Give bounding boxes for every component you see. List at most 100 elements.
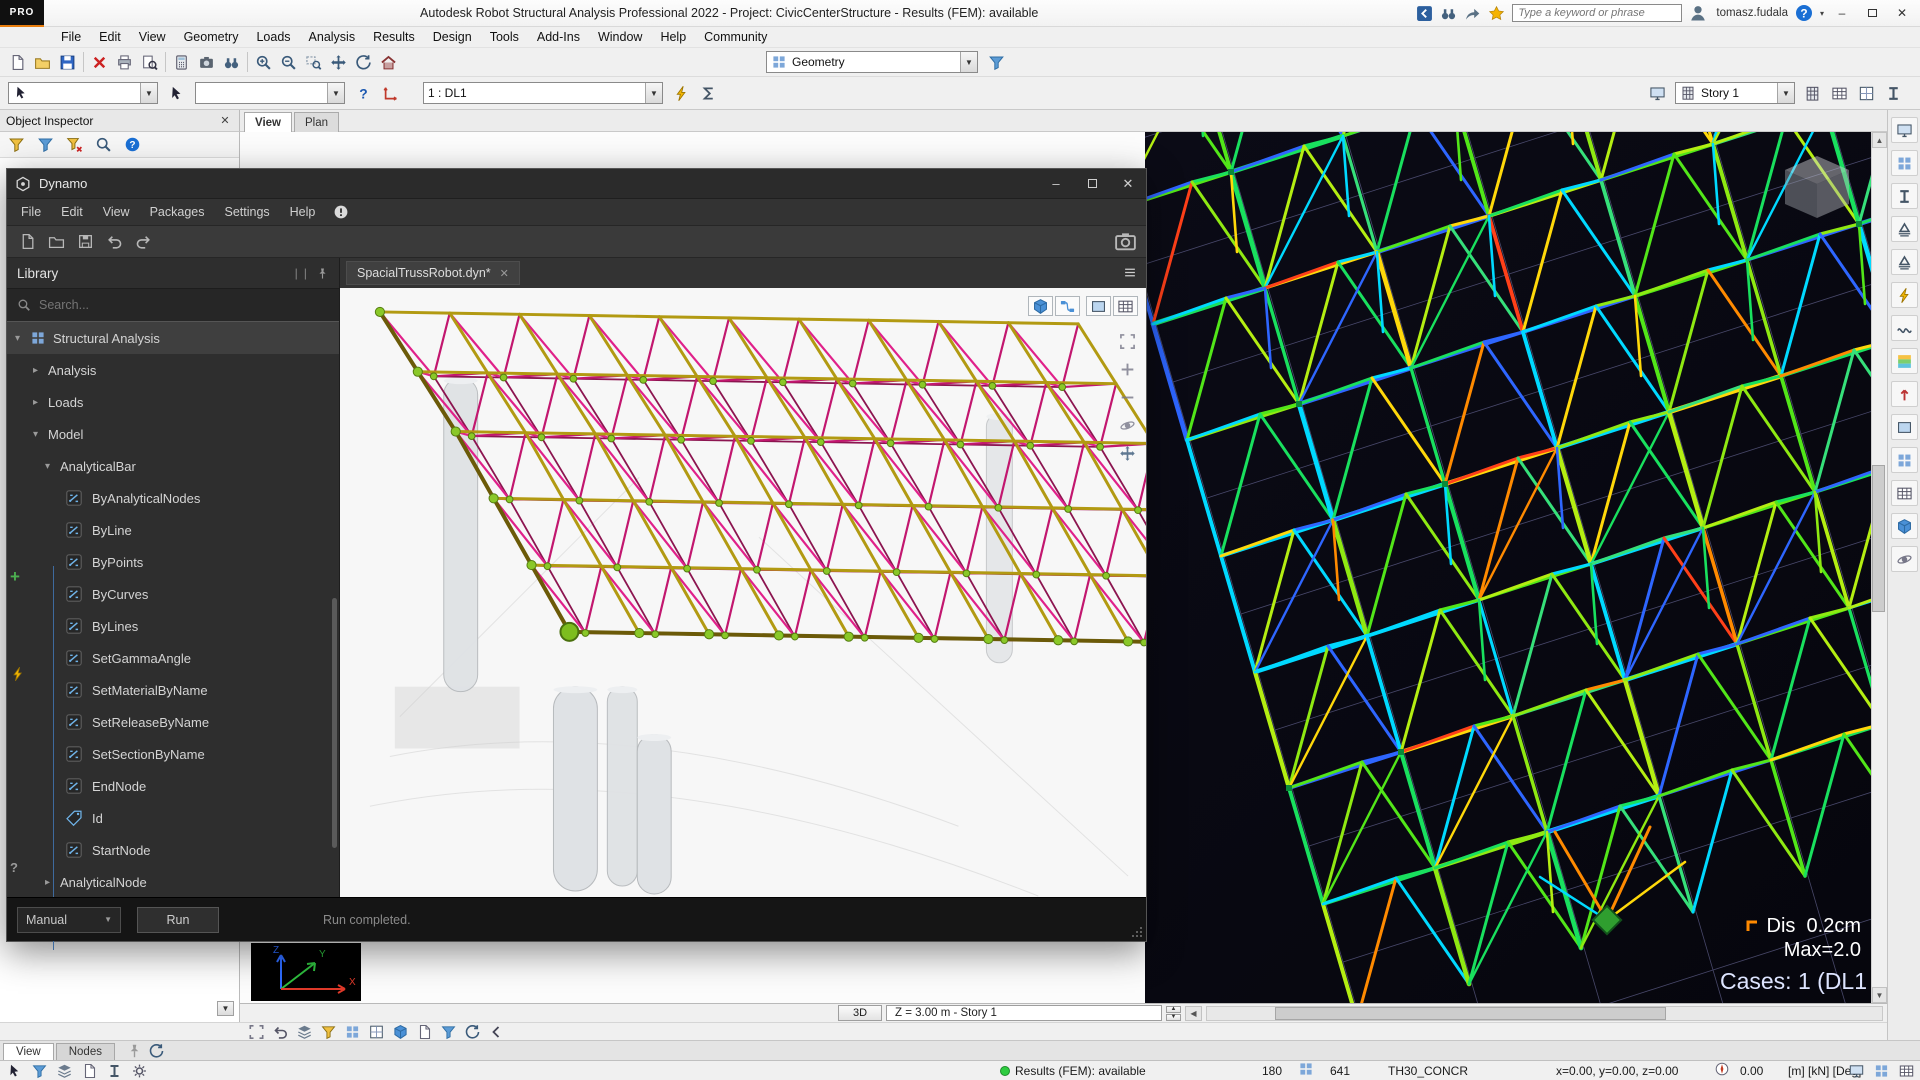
graph-view-icon[interactable]: [1055, 296, 1080, 316]
story-table-icon[interactable]: [1827, 81, 1852, 105]
zoom-in-icon[interactable]: [251, 50, 276, 74]
window-minimize-button[interactable]: –: [1830, 4, 1854, 22]
library-item-id[interactable]: Id: [7, 802, 339, 834]
library-category-analyticalnode[interactable]: ▸ AnalyticalNode: [7, 866, 339, 898]
hscroll-left-icon[interactable]: ◀: [1185, 1006, 1202, 1021]
print-icon[interactable]: [112, 50, 137, 74]
resize-grip[interactable]: [1131, 926, 1143, 938]
menu-geometry[interactable]: Geometry: [175, 27, 248, 48]
library-item-startnode[interactable]: StartNode: [7, 834, 339, 866]
new-project-icon[interactable]: [5, 50, 30, 74]
notes-icon[interactable]: [79, 1063, 99, 1079]
library-group-analysis[interactable]: ▸ Analysis: [7, 354, 339, 386]
menu-community[interactable]: Community: [695, 27, 776, 48]
dynamo-menu-file[interactable]: File: [11, 199, 51, 225]
zoom-out-icon[interactable]: [276, 50, 301, 74]
view-cube[interactable]: [1777, 152, 1857, 224]
dynamo-menu-settings[interactable]: Settings: [214, 199, 279, 225]
settings-icon[interactable]: [129, 1063, 149, 1079]
menu-design[interactable]: Design: [424, 27, 481, 48]
favorites-icon[interactable]: [1486, 3, 1506, 23]
releases-display-icon[interactable]: [1891, 249, 1918, 275]
library-item-endnode[interactable]: EndNode: [7, 770, 339, 802]
run-mode-select[interactable]: Manual ▼: [17, 907, 121, 933]
new-file-icon[interactable]: [15, 229, 40, 254]
combo-arrow-icon[interactable]: ▼: [327, 83, 344, 103]
section-shapes-icon[interactable]: [1891, 183, 1918, 209]
add-node-icon[interactable]: +: [10, 570, 26, 586]
dynamo-menu-edit[interactable]: Edit: [51, 199, 93, 225]
combo-arrow-icon[interactable]: ▼: [140, 83, 157, 103]
dynamo-close-button[interactable]: ✕: [1110, 169, 1146, 198]
export-image-icon[interactable]: [1113, 229, 1138, 254]
library-item-byanalyticalnodes[interactable]: ByAnalyticalNodes: [7, 482, 339, 514]
dynamo-menu-packages[interactable]: Packages: [140, 199, 215, 225]
view-rotate-icon[interactable]: [351, 50, 376, 74]
filter-combo[interactable]: ▼: [195, 82, 345, 104]
object-attributes-icon[interactable]: [1891, 150, 1918, 176]
menu-edit[interactable]: Edit: [90, 27, 130, 48]
deformation-display-icon[interactable]: [1891, 315, 1918, 341]
notifications-icon[interactable]: [333, 204, 349, 220]
dynamo-menu-help[interactable]: Help: [280, 199, 326, 225]
redo-icon[interactable]: [131, 229, 156, 254]
calculator-icon[interactable]: [169, 50, 194, 74]
measure-icon[interactable]: [104, 1063, 124, 1079]
view-template-icon[interactable]: [414, 1024, 435, 1040]
analysis-type-icon[interactable]: [696, 81, 721, 105]
snap-mode-icon[interactable]: [1871, 1063, 1891, 1079]
dynamo-minimize-button[interactable]: –: [1038, 169, 1074, 198]
menu-file[interactable]: File: [52, 27, 90, 48]
plan-view-icon[interactable]: [1854, 81, 1879, 105]
search-icon[interactable]: [91, 133, 116, 157]
selection-info-icon[interactable]: [4, 1063, 24, 1079]
library-item-bypoints[interactable]: ByPoints: [7, 546, 339, 578]
scroll-down-icon[interactable]: ▼: [1872, 987, 1887, 1003]
screen-capture-icon[interactable]: [194, 50, 219, 74]
menu-view[interactable]: View: [130, 27, 175, 48]
menu-window[interactable]: Window: [589, 27, 651, 48]
fit-view-icon[interactable]: [1116, 330, 1138, 352]
split-view-icon[interactable]: [1086, 296, 1111, 316]
load-case-icon[interactable]: [669, 81, 694, 105]
menu-tools[interactable]: Tools: [481, 27, 528, 48]
node-numbers-icon[interactable]: [1891, 447, 1918, 473]
dynamo-maximize-button[interactable]: [1074, 169, 1110, 198]
pan-icon[interactable]: [326, 50, 351, 74]
help-caret-icon[interactable]: ▾: [1820, 9, 1824, 18]
display-attributes-icon[interactable]: [318, 1024, 339, 1040]
object-snap-icon[interactable]: [366, 1024, 387, 1040]
back-icon[interactable]: [1414, 3, 1434, 23]
combo-arrow-icon[interactable]: ▼: [645, 83, 662, 103]
view-display-icon[interactable]: [1891, 117, 1918, 143]
menu-add-ins[interactable]: Add-Ins: [528, 27, 589, 48]
viewport-horizontal-scrollbar[interactable]: [1206, 1006, 1883, 1021]
combo-arrow-icon[interactable]: ▼: [960, 52, 977, 72]
load-case-combo[interactable]: 1 : DL1 ▼: [423, 82, 663, 104]
section-view-icon[interactable]: [1881, 81, 1906, 105]
previous-view-icon[interactable]: [270, 1024, 291, 1040]
question-icon[interactable]: ?: [351, 81, 376, 105]
refresh-view-icon[interactable]: [462, 1024, 483, 1040]
delete-filter-icon[interactable]: [62, 133, 87, 157]
menu-results[interactable]: Results: [364, 27, 424, 48]
inspector-scroll-button[interactable]: ▼: [217, 1001, 234, 1016]
layers-icon[interactable]: [54, 1063, 74, 1079]
hscroll-thumb[interactable]: [1275, 1007, 1667, 1020]
library-item-bycurves[interactable]: ByCurves: [7, 578, 339, 610]
stress-diagram-icon[interactable]: [1891, 348, 1918, 374]
library-group-loads[interactable]: ▸ Loads: [7, 386, 339, 418]
pane-view-icon[interactable]: [1113, 296, 1138, 316]
reaction-display-icon[interactable]: [1891, 381, 1918, 407]
bar-numbers-icon[interactable]: [1891, 480, 1918, 506]
display-mode-icon[interactable]: [1846, 1063, 1866, 1079]
axis-definition-icon[interactable]: [378, 81, 403, 105]
run-button[interactable]: Run: [137, 907, 219, 933]
dynamo-titlebar[interactable]: Dynamo – ✕: [7, 169, 1146, 199]
scroll-left-icon[interactable]: [486, 1024, 507, 1040]
save-file-icon[interactable]: [73, 229, 98, 254]
load-symbols-icon[interactable]: [1891, 282, 1918, 308]
undo-icon[interactable]: [102, 229, 127, 254]
display-filter-icon[interactable]: [438, 1024, 459, 1040]
geometry-view-icon[interactable]: [1028, 296, 1053, 316]
